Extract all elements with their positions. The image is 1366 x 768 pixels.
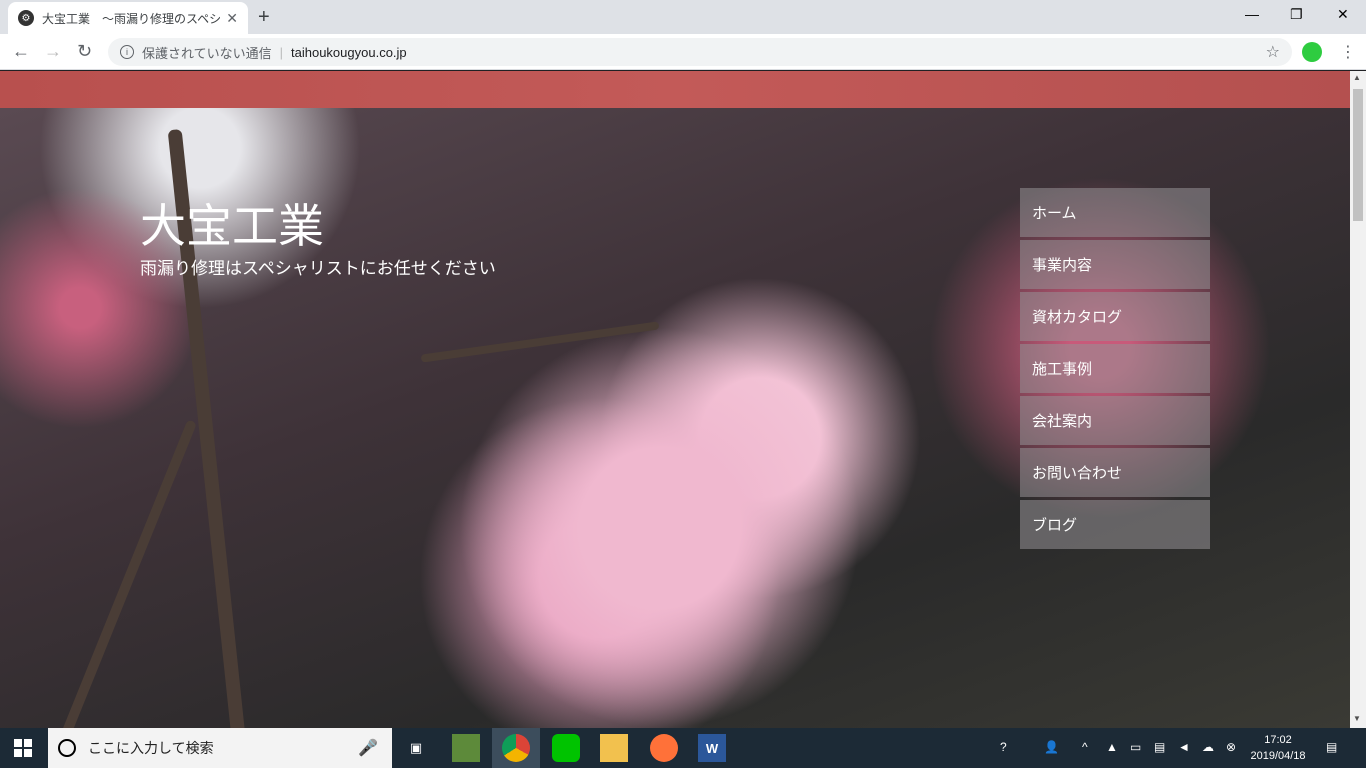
cloud-icon[interactable]: ☁ <box>1202 740 1214 754</box>
cortana-icon[interactable] <box>58 739 76 757</box>
nav-item-blog[interactable]: ブログ <box>1020 500 1210 549</box>
close-circle-icon[interactable]: ⊗ <box>1226 740 1236 754</box>
tab-title: 大宝工業 ～雨漏り修理のスペシャ <box>42 11 221 26</box>
windows-taskbar: ここに入力して検索 🎤 ▣ W ? 👤 ^ ▲ ▭ ▤ ◄ ☁ ⊗ 17:02 … <box>0 728 1366 768</box>
tab-strip: ⚙ 大宝工業 ～雨漏り修理のスペシャ ✕ + — ❐ ✕ <box>0 0 1366 34</box>
url-text[interactable]: taihoukougyou.co.jp <box>291 45 407 60</box>
windows-start-icon[interactable] <box>14 739 32 757</box>
search-placeholder: ここに入力して検索 <box>88 740 214 756</box>
web-page: 大宝工業 雨漏り修理はスペシャリストにお任せください ホーム 事業内容 資材カタ… <box>0 71 1350 728</box>
chevron-up-icon[interactable]: ^ <box>1082 740 1088 754</box>
firefox-icon[interactable] <box>650 734 678 762</box>
people-icon[interactable]: 👤 <box>1044 740 1059 754</box>
minecraft-icon[interactable] <box>452 734 480 762</box>
page-scrollbar[interactable]: ▲ ▼ <box>1350 71 1366 728</box>
site-title[interactable]: 大宝工業 <box>140 190 324 256</box>
clock-date: 2019/04/18 <box>1250 750 1306 762</box>
volume-icon[interactable]: ◄ <box>1178 740 1190 754</box>
browser-toolbar: ← → ↻ i 保護されていない通信 | taihoukougyou.co.jp… <box>0 34 1366 70</box>
browser-tab[interactable]: ⚙ 大宝工業 ～雨漏り修理のスペシャ ✕ <box>8 2 248 34</box>
bookmark-star-icon[interactable]: ☆ <box>1266 42 1280 62</box>
maximize-button[interactable]: ❐ <box>1290 6 1303 23</box>
site-subtitle: 雨漏り修理はスペシャリストにお任せください <box>140 259 496 279</box>
file-explorer-icon[interactable] <box>600 734 628 762</box>
scrollbar-thumb[interactable] <box>1353 89 1363 221</box>
nav-item-catalog[interactable]: 資材カタログ <box>1020 292 1210 341</box>
line-icon[interactable] <box>552 734 580 762</box>
minimize-button[interactable]: — <box>1245 6 1259 22</box>
task-view-icon[interactable]: ▣ <box>402 734 430 762</box>
network-icon[interactable]: ▤ <box>1154 740 1165 754</box>
nav-item-business[interactable]: 事業内容 <box>1020 240 1210 289</box>
taskbar-clock[interactable]: 17:02 2019/04/18 <box>1246 732 1310 764</box>
usb-icon[interactable]: ▭ <box>1130 740 1141 754</box>
forward-button[interactable]: → <box>44 41 62 62</box>
close-window-button[interactable]: ✕ <box>1337 6 1349 23</box>
info-icon[interactable]: i <box>120 45 134 59</box>
new-tab-button[interactable]: + <box>258 6 270 29</box>
nav-item-company[interactable]: 会社案内 <box>1020 396 1210 445</box>
separator: | <box>279 44 284 60</box>
chrome-menu-button[interactable]: ⋮ <box>1340 42 1356 62</box>
header-banner <box>0 71 1350 108</box>
nav-item-works[interactable]: 施工事例 <box>1020 344 1210 393</box>
security-label: 保護されていない通信 <box>142 45 272 61</box>
side-navigation: ホーム 事業内容 資材カタログ 施工事例 会社案内 お問い合わせ ブログ <box>1020 188 1210 552</box>
scroll-up-icon[interactable]: ▲ <box>1353 73 1361 82</box>
acrobat-icon[interactable]: ▲ <box>1106 740 1118 754</box>
tab-close-icon[interactable]: ✕ <box>226 10 238 27</box>
help-icon[interactable]: ? <box>1000 740 1007 754</box>
taskbar-search[interactable]: ここに入力して検索 🎤 <box>48 728 392 768</box>
notifications-icon[interactable]: ▤ <box>1326 740 1337 754</box>
extension-icon[interactable] <box>1302 42 1322 62</box>
chrome-icon[interactable] <box>502 734 530 762</box>
clock-time: 17:02 <box>1264 734 1292 746</box>
branch-decoration <box>52 419 198 728</box>
microphone-icon[interactable]: 🎤 <box>358 738 378 758</box>
reload-button[interactable]: ↻ <box>77 41 92 62</box>
scroll-down-icon[interactable]: ▼ <box>1353 714 1361 723</box>
back-button[interactable]: ← <box>12 41 30 62</box>
address-bar[interactable]: i 保護されていない通信 | taihoukougyou.co.jp ☆ <box>108 38 1292 66</box>
word-icon[interactable]: W <box>698 734 726 762</box>
nav-item-home[interactable]: ホーム <box>1020 188 1210 237</box>
branch-decoration <box>420 321 660 363</box>
nav-item-contact[interactable]: お問い合わせ <box>1020 448 1210 497</box>
site-favicon-icon: ⚙ <box>18 10 34 26</box>
